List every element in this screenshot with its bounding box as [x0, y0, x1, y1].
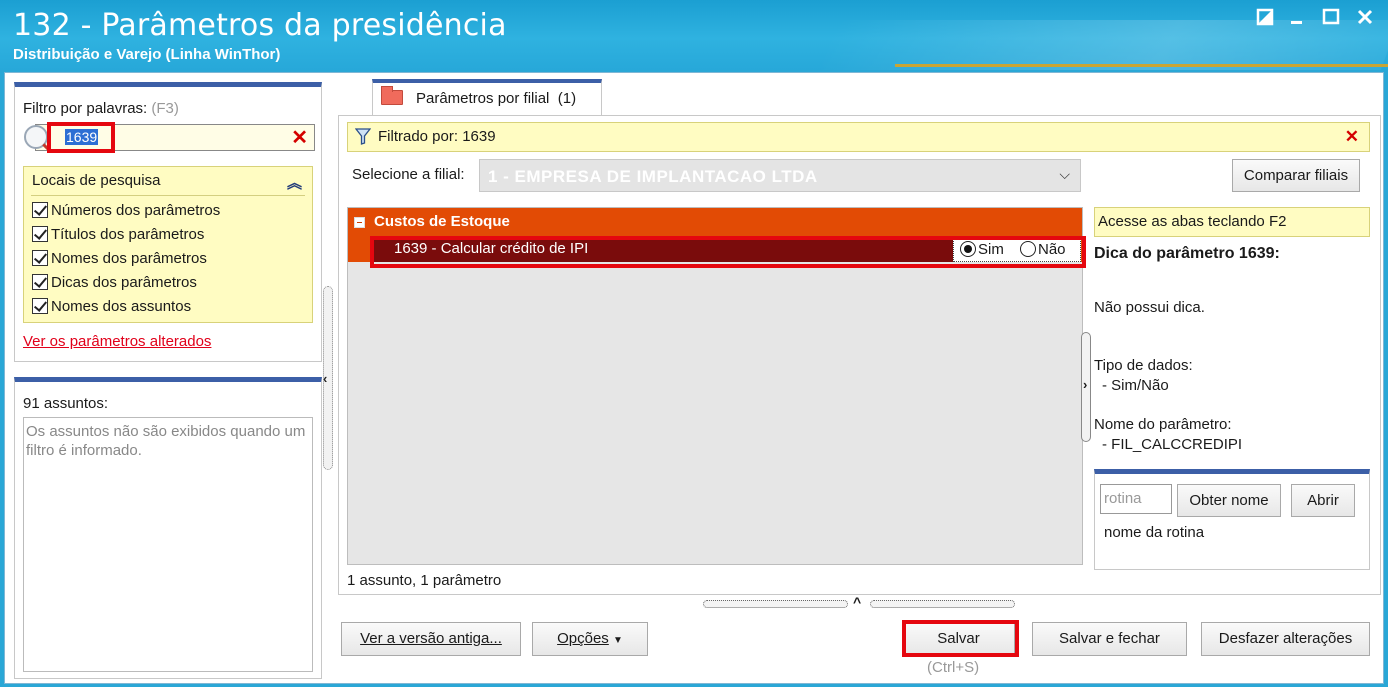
data-type-value: - Sim/Não: [1102, 377, 1169, 394]
checkbox-icon: [32, 274, 48, 290]
title-accent-line: [895, 64, 1388, 67]
checkbox-label: Dicas dos parâmetros: [51, 274, 197, 291]
checkbox-icon: [32, 250, 48, 266]
restore-icon[interactable]: [1252, 8, 1278, 32]
chevron-right-icon[interactable]: ›: [1083, 377, 1087, 392]
rotina-name-text: nome da rotina: [1104, 524, 1205, 541]
chevron-down-icon: ⌵: [1059, 166, 1070, 182]
filter-status-bar: Filtrado por: 1639 ✕: [347, 122, 1370, 152]
main-frame: Filtro por palavras: (F3) 1639 ✕ Locais …: [4, 72, 1384, 684]
window-subtitle: Distribuição e Varejo (Linha WinThor): [13, 46, 281, 63]
filter-label: Filtro por palavras: (F3): [23, 100, 179, 117]
left-splitter[interactable]: ‹: [323, 286, 333, 470]
checkbox-label: Títulos dos parâmetros: [51, 226, 205, 243]
checkbox-numeros[interactable]: Números dos parâmetros: [32, 201, 220, 221]
checkbox-nomes[interactable]: Nomes dos parâmetros: [32, 249, 207, 269]
search-icon: [24, 125, 48, 149]
maximize-icon[interactable]: [1318, 8, 1344, 32]
checkbox-assuntos[interactable]: Nomes dos assuntos: [32, 297, 191, 317]
checkbox-label: Nomes dos assuntos: [51, 298, 192, 315]
tab-count: (1): [557, 90, 577, 107]
chevron-up-icon[interactable]: ^: [853, 594, 861, 610]
tabs-hint: Acesse as abas teclando F2: [1094, 207, 1370, 237]
dropdown-arrow-icon: ▼: [612, 635, 623, 646]
highlight-frame: [370, 236, 1086, 268]
minimize-icon[interactable]: [1284, 8, 1310, 32]
checkbox-icon: [32, 298, 48, 314]
tree-group-label: Custos de Estoque: [374, 213, 510, 230]
subjects-count: 91 assuntos:: [23, 395, 109, 412]
search-locations-box: Locais de pesquisa ︽ Números dos parâmet…: [23, 166, 313, 323]
compare-branches-button[interactable]: Comparar filiais: [1232, 159, 1360, 192]
rotina-input[interactable]: rotina: [1100, 484, 1172, 514]
checkbox-titulos[interactable]: Títulos dos parâmetros: [32, 225, 204, 245]
filial-select[interactable]: 1 - EMPRESA DE IMPLANTACAO LTDA ⌵: [479, 159, 1081, 192]
tips-panel: Acesse as abas teclando F2 Dica do parâm…: [1092, 207, 1372, 587]
search-locations-title: Locais de pesquisa: [32, 172, 161, 189]
save-shortcut-hint: (Ctrl+S): [927, 659, 980, 676]
title-bar: 132 - Parâmetros da presidência Distribu…: [0, 0, 1388, 70]
collapse-minus-icon[interactable]: [354, 217, 365, 228]
checkbox-dicas[interactable]: Dicas dos parâmetros: [32, 273, 197, 293]
filter-shortcut-hint: (F3): [151, 100, 179, 117]
tip-title: Dica do parâmetro 1639:: [1094, 245, 1280, 262]
param-name-label: Nome do parâmetro:: [1094, 416, 1232, 433]
collapse-up-icon[interactable]: ︽: [287, 172, 302, 193]
tab-label-text: Parâmetros por filial: [416, 90, 550, 107]
old-version-button[interactable]: Ver a versão antiga...: [341, 622, 521, 656]
checkbox-label: Nomes dos parâmetros: [51, 250, 207, 267]
right-splitter[interactable]: ›: [1081, 332, 1091, 442]
highlight-frame: [47, 122, 115, 153]
checkbox-icon: [32, 226, 48, 242]
options-label: Opções: [557, 630, 609, 647]
filial-label: Selecione a filial:: [352, 166, 465, 183]
data-type-label: Tipo de dados:: [1094, 357, 1193, 374]
tab-label: Parâmetros por filial (1): [416, 90, 576, 107]
close-icon[interactable]: [1352, 8, 1378, 32]
filter-status-text: Filtrado por: 1639: [378, 128, 496, 145]
param-name-value: - FIL_CALCCREDIPI: [1102, 436, 1243, 453]
subjects-panel: 91 assuntos: Os assuntos não são exibido…: [14, 377, 322, 679]
clear-filter-icon[interactable]: ✕: [291, 125, 308, 150]
tree-group-custos[interactable]: Custos de Estoque: [348, 208, 1082, 236]
tab-panel: Filtrado por: 1639 ✕ Selecione a filial:…: [338, 115, 1381, 595]
funnel-icon: [355, 128, 371, 145]
splitter-grip: [703, 600, 848, 608]
window-title: 132 - Parâmetros da presidência: [13, 8, 507, 43]
divider: [31, 195, 305, 196]
remove-filter-icon[interactable]: ✕: [1345, 127, 1359, 147]
options-button[interactable]: Opções ▼: [532, 622, 648, 656]
splitter-grip: [870, 600, 1015, 608]
folder-icon: [381, 86, 403, 105]
open-button[interactable]: Abrir: [1291, 484, 1355, 517]
filter-panel: Filtro por palavras: (F3) 1639 ✕ Locais …: [14, 82, 322, 362]
filter-label-text: Filtro por palavras:: [23, 100, 148, 117]
changed-params-link[interactable]: Ver os parâmetros alterados: [23, 333, 211, 350]
chevron-left-icon[interactable]: ‹: [323, 371, 327, 386]
save-close-button[interactable]: Salvar e fechar: [1032, 622, 1187, 656]
bottom-splitter[interactable]: ^: [703, 594, 1015, 610]
status-text: 1 assunto, 1 parâmetro: [347, 572, 502, 589]
subjects-list: Os assuntos não são exibidos quando um f…: [23, 417, 313, 672]
filial-select-value: 1 - EMPRESA DE IMPLANTACAO LTDA: [488, 167, 818, 186]
checkbox-icon: [32, 202, 48, 218]
tab-parametros-filial[interactable]: Parâmetros por filial (1): [372, 79, 602, 115]
old-version-label: Ver a versão antiga...: [360, 630, 502, 647]
rotina-panel: rotina Obter nome Abrir nome da rotina: [1094, 469, 1370, 570]
get-name-button[interactable]: Obter nome: [1177, 484, 1281, 517]
highlight-frame: [902, 620, 1019, 657]
undo-changes-button[interactable]: Desfazer alterações: [1201, 622, 1370, 656]
tip-text: Não possui dica.: [1094, 299, 1205, 316]
checkbox-label: Números dos parâmetros: [51, 202, 221, 219]
